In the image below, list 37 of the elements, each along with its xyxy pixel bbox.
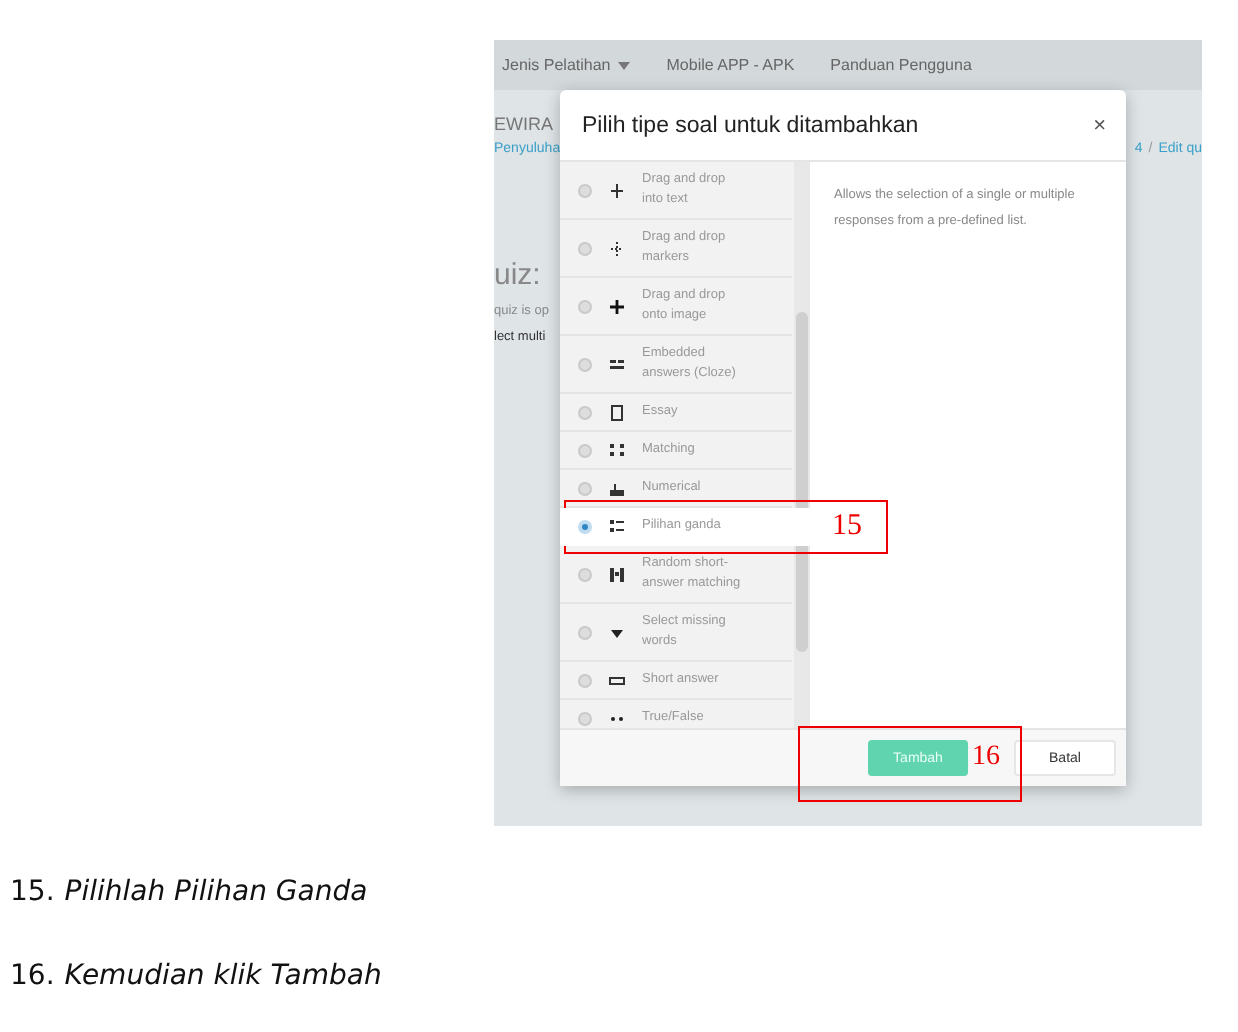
nav-link[interactable]: Jenis Pelatihan	[502, 56, 631, 74]
scrollbar[interactable]	[794, 162, 810, 728]
close-button[interactable]: ×	[1093, 113, 1106, 137]
radio-button[interactable]	[578, 711, 592, 725]
radio-button[interactable]	[578, 357, 592, 371]
annotation-number: 16	[972, 744, 1000, 772]
question-type-icon	[608, 355, 626, 373]
question-type-icon	[608, 671, 626, 689]
step-text: Pilihlah Pilihan Ganda	[64, 876, 368, 908]
radio-button[interactable]	[578, 673, 592, 687]
radio-button[interactable]	[578, 567, 592, 581]
quiz-title: uiz:	[494, 258, 541, 292]
step-number: 16.	[10, 960, 55, 992]
nav-link[interactable]: Mobile APP - APK	[666, 56, 795, 74]
radio-button[interactable]	[578, 299, 592, 313]
question-type-icon	[608, 479, 626, 497]
radio-button[interactable]	[578, 405, 592, 419]
caret-icon	[618, 62, 631, 70]
step-number: 15.	[10, 876, 55, 908]
question-type-icon	[608, 181, 626, 199]
question-type-icon	[608, 239, 626, 257]
radio-button[interactable]	[578, 183, 592, 197]
radio-button[interactable]	[578, 625, 592, 639]
question-type-icon	[608, 403, 626, 421]
question-type-icon	[608, 441, 626, 459]
nav-link[interactable]: Panduan Pengguna	[830, 56, 972, 74]
question-type-icon	[608, 297, 626, 315]
radio-button[interactable]	[578, 241, 592, 255]
radio-button[interactable]	[578, 443, 592, 457]
page-heading: EWIRA	[494, 114, 554, 134]
radio-button[interactable]	[578, 519, 592, 533]
question-type-icon	[608, 565, 626, 583]
annotation-number: 15	[832, 512, 862, 542]
question-type-icon	[608, 517, 626, 535]
radio-button[interactable]	[578, 481, 592, 495]
step-text: Kemudian klik Tambah	[64, 960, 382, 992]
dialog-title: Pilih tipe soal untuk ditambahkan	[582, 113, 919, 137]
